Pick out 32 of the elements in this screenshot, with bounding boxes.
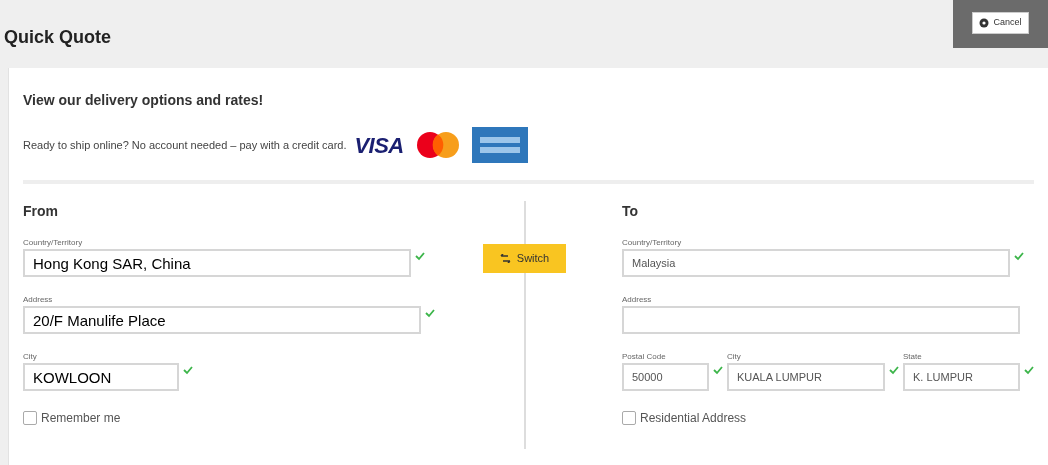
checkbox-label[interactable]: Remember me xyxy=(41,409,121,427)
field-label: Address xyxy=(23,294,54,306)
input-field[interactable]: KOWLOON xyxy=(23,363,179,391)
visa-logo: VISA xyxy=(354,131,404,160)
column-heading: To xyxy=(622,202,640,221)
switch-button[interactable]: Switch xyxy=(483,244,566,273)
swap-icon xyxy=(499,254,511,263)
gear-icon xyxy=(979,18,990,28)
input-field[interactable] xyxy=(622,306,1020,334)
cancel-button[interactable]: Cancel xyxy=(972,12,1029,34)
field-label: Postal Code xyxy=(622,351,667,363)
field-label: Country/Territory xyxy=(23,237,84,249)
input-field[interactable]: K. LUMPUR xyxy=(903,363,1020,391)
checkbox[interactable] xyxy=(23,411,37,425)
checkbox[interactable] xyxy=(622,411,636,425)
input-field[interactable]: 20/F Manulife Place xyxy=(23,306,421,334)
input-field[interactable]: KUALA LUMPUR xyxy=(727,363,885,391)
field-label: Country/Territory xyxy=(622,237,683,249)
payment-note: Ready to ship online? No account needed – pay with a credit card. xyxy=(23,137,347,153)
field-label: City xyxy=(727,351,742,363)
section-heading: View our delivery options and rates! xyxy=(23,91,265,110)
input-field[interactable]: Hong Kong SAR, China xyxy=(23,249,411,277)
field-label: Address xyxy=(622,294,653,306)
field-label: City xyxy=(23,351,38,363)
card-logo-icon xyxy=(415,131,460,159)
input-field[interactable]: 50000 xyxy=(622,363,709,391)
field-label: State xyxy=(903,351,923,363)
checkbox-label[interactable]: Residential Address xyxy=(640,409,747,427)
input-field[interactable]: Malaysia xyxy=(622,249,1010,277)
card-logo-icon xyxy=(471,127,528,163)
column-heading: From xyxy=(23,202,59,221)
page-title: Quick Quote xyxy=(3,26,111,49)
